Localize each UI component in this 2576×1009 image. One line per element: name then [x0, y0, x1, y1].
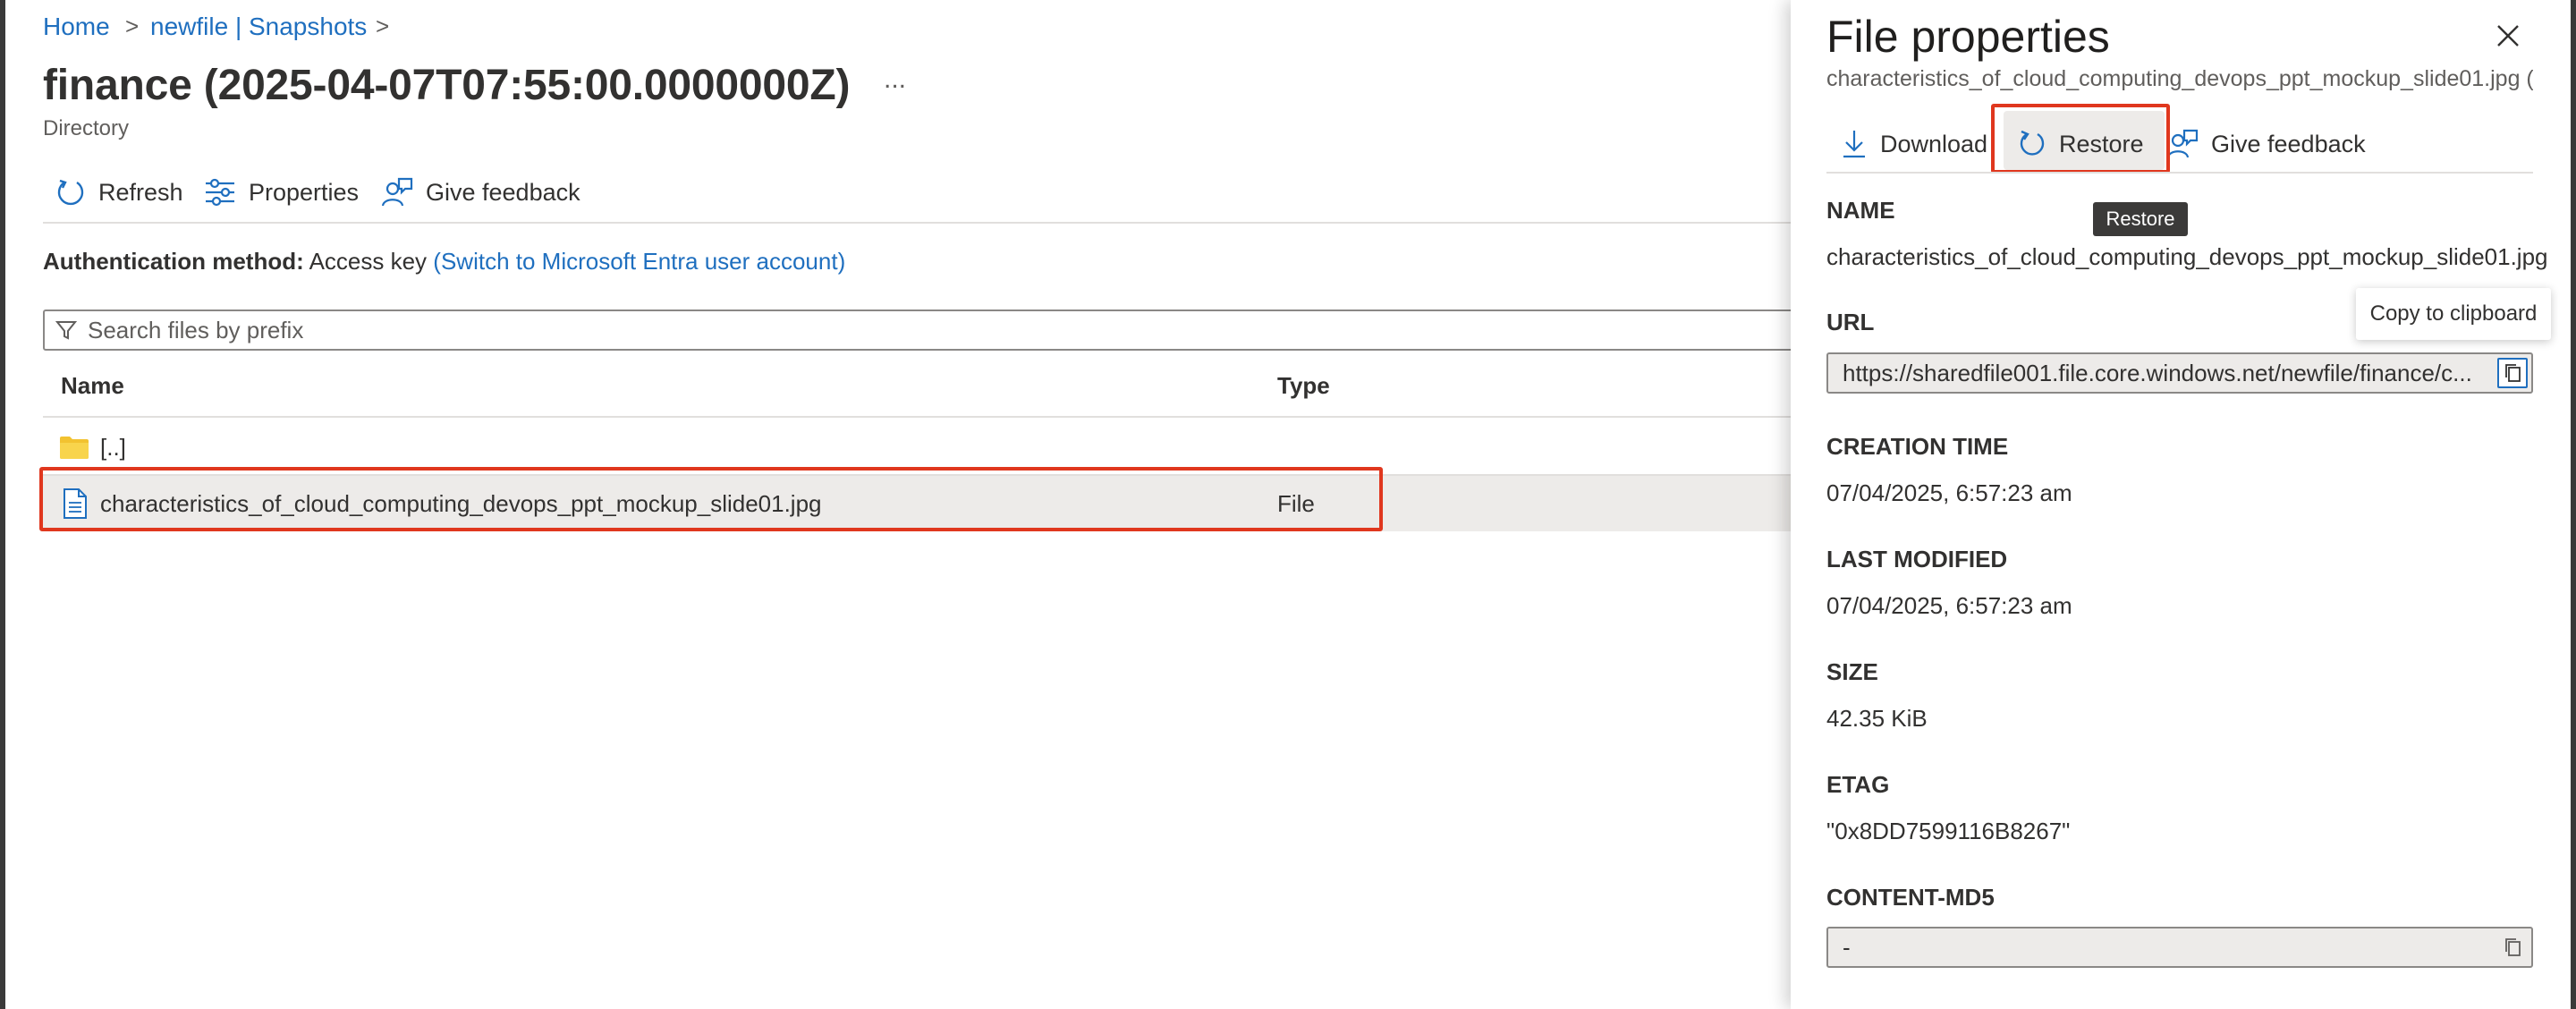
toolbar-divider [43, 222, 1796, 224]
highlight-box [39, 467, 1383, 531]
column-header-type[interactable]: Type [1277, 372, 1330, 400]
highlight-box [1991, 104, 2170, 174]
last-modified-label: LAST MODIFIED [1826, 546, 2008, 572]
download-icon [1843, 131, 1865, 158]
search-input[interactable]: Search files by prefix [43, 309, 1885, 351]
breadcrumb-home[interactable]: Home [43, 13, 110, 41]
creation-time-value: 07/04/2025, 6:57:23 am [1826, 479, 2072, 506]
size-label: SIZE [1826, 658, 1878, 685]
name-label: NAME [1826, 197, 1895, 224]
name-value: characteristics_of_cloud_computing_devop… [1826, 243, 2548, 270]
close-icon [2497, 25, 2519, 47]
url-value: https://sharedfile001.file.core.windows.… [1843, 359, 2472, 386]
header-divider [43, 416, 1796, 418]
page-subtitle: Directory [43, 116, 130, 140]
etag-label: ETAG [1826, 771, 1890, 798]
etag-value: "0x8DD7599116B8267" [1826, 818, 2071, 844]
download-label: Download [1880, 130, 1988, 157]
folder-icon [60, 437, 89, 459]
give-feedback-label: Give feedback [426, 178, 580, 206]
page-title: finance (2025-04-07T07:55:00.0000000Z) [43, 62, 851, 109]
switch-auth-link[interactable]: (Switch to Microsoft Entra user account) [433, 248, 845, 275]
refresh-label: Refresh [98, 178, 183, 206]
panel-toolbar-divider [1826, 172, 2533, 174]
breadcrumb-separator: > [125, 13, 140, 39]
search-placeholder: Search files by prefix [88, 316, 304, 343]
window-edge-right [2571, 0, 2576, 1009]
auth-method: Authentication method: Access key (Switc… [43, 248, 845, 276]
table-row[interactable]: [..] [59, 429, 126, 465]
feedback-icon [381, 177, 413, 207]
auth-value: Access key [309, 248, 428, 275]
breadcrumb-separator: > [376, 13, 390, 39]
file-properties-panel: File properties characteristics_of_cloud… [1791, 0, 2571, 1009]
give-feedback-button[interactable]: Give feedback [381, 172, 580, 213]
content-md5-label: CONTENT-MD5 [1826, 884, 1995, 911]
panel-give-feedback-button[interactable]: Give feedback [2166, 123, 2366, 165]
refresh-button[interactable]: Refresh [55, 172, 183, 213]
copy-md5-button[interactable] [2497, 932, 2528, 962]
url-field[interactable]: https://sharedfile001.file.core.windows.… [1826, 352, 2533, 394]
main-content: Home > newfile | Snapshots > finance (20… [5, 0, 1885, 1009]
properties-label: Properties [249, 178, 360, 206]
restore-tooltip: Restore [2093, 202, 2188, 236]
breadcrumb-snapshots[interactable]: newfile | Snapshots [150, 13, 367, 41]
copy-tooltip: Copy to clipboard [2356, 288, 2551, 340]
properties-button[interactable]: Properties [204, 172, 359, 213]
copy-icon [2505, 938, 2521, 956]
close-button[interactable] [2490, 18, 2526, 54]
panel-give-feedback-label: Give feedback [2211, 130, 2366, 157]
copy-url-button[interactable] [2497, 358, 2528, 388]
size-value: 42.35 KiB [1826, 705, 1928, 732]
filter-icon [55, 321, 77, 340]
panel-subtitle: characteristics_of_cloud_computing_devop… [1826, 66, 2533, 91]
panel-title: File properties [1826, 12, 2110, 62]
creation-time-label: CREATION TIME [1826, 433, 2009, 460]
column-header-name[interactable]: Name [61, 372, 124, 400]
content-md5-field[interactable]: - [1826, 927, 2533, 968]
feedback-icon [2166, 129, 2199, 158]
more-options-button[interactable]: ... [884, 64, 906, 95]
row-name: [..] [100, 433, 126, 461]
download-button[interactable]: Download [1841, 123, 1987, 165]
content-md5-value: - [1843, 933, 1851, 961]
last-modified-value: 07/04/2025, 6:57:23 am [1826, 592, 2072, 619]
sliders-icon [206, 178, 234, 207]
refresh-icon [57, 179, 84, 206]
auth-label: Authentication method: [43, 248, 304, 275]
copy-icon [2505, 364, 2521, 382]
url-label: URL [1826, 309, 1875, 335]
